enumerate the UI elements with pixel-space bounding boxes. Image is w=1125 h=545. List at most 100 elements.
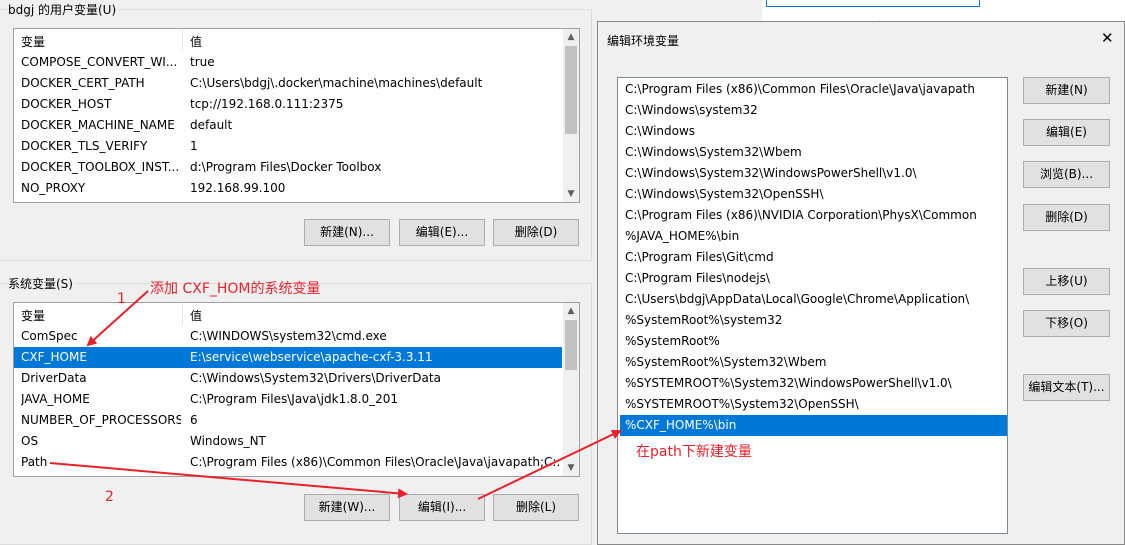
- path-browse-button[interactable]: 浏览(B)...: [1023, 161, 1110, 188]
- user-new-button[interactable]: 新建(N)...: [304, 219, 390, 246]
- var-value: default: [190, 118, 233, 132]
- user-delete-button[interactable]: 删除(D): [493, 219, 579, 246]
- path-entry[interactable]: C:\Windows\System32\Wbem: [620, 142, 1007, 163]
- path-entry[interactable]: %SystemRoot%\System32\Wbem: [620, 352, 1007, 373]
- var-value: d:\Program Files\Docker Toolbox: [190, 160, 382, 174]
- path-entry[interactable]: %SystemRoot%\system32: [620, 310, 1007, 331]
- path-edit-button[interactable]: 编辑(E): [1023, 119, 1110, 146]
- path-list[interactable]: C:\Program Files (x86)\Common Files\Orac…: [617, 77, 1008, 534]
- path-entry[interactable]: C:\Windows\System32\OpenSSH\: [620, 184, 1007, 205]
- table-row[interactable]: JAVA_HOME C:\Program Files\Java\jdk1.8.0_…: [14, 389, 562, 410]
- sys-edit-button[interactable]: 编辑(I)...: [399, 494, 485, 521]
- var-value: C:\WINDOWS\system32\cmd.exe: [190, 329, 387, 343]
- user-edit-button[interactable]: 编辑(E)...: [399, 219, 485, 246]
- path-entry[interactable]: C:\Program Files\Git\cmd: [620, 247, 1007, 268]
- path-new-button[interactable]: 新建(N): [1023, 77, 1110, 104]
- table-row[interactable]: NUMBER_OF_PROCESSORS 6: [14, 410, 562, 431]
- var-name: JAVA_HOME: [21, 392, 90, 406]
- sys-col-name[interactable]: 变量: [21, 307, 45, 324]
- table-row[interactable]: Path C:\Program Files (x86)\Common Files\…: [14, 452, 562, 473]
- table-row[interactable]: DOCKER_HOST tcp://192.168.0.111:2375: [14, 94, 562, 115]
- user-col-name[interactable]: 变量: [21, 33, 45, 50]
- var-name: DOCKER_HOST: [21, 97, 112, 111]
- var-value: C:\Program Files\Java\jdk1.8.0_201: [190, 392, 399, 406]
- sys-vars-title: 系统变量(S): [8, 275, 76, 292]
- table-row[interactable]: DOCKER_MACHINE_NAME default: [14, 115, 562, 136]
- move-down-button[interactable]: 下移(O): [1023, 310, 1110, 337]
- path-entry[interactable]: %SYSTEMROOT%\System32\OpenSSH\: [620, 394, 1007, 415]
- sys-vars-list[interactable]: 变量 值 ComSpec C:\WINDOWS\system32\cmd.exe C…: [13, 302, 580, 477]
- path-entry[interactable]: C:\Program Files\nodejs\: [620, 268, 1007, 289]
- scroll-down-icon[interactable]: ▼: [563, 186, 579, 202]
- path-entry[interactable]: %SYSTEMROOT%\System32\WindowsPowerShell\…: [620, 373, 1007, 394]
- user-vars-list[interactable]: 变量 值 COMPOSE_CONVERT_WI... true DOCKER_CER…: [13, 28, 580, 203]
- scroll-up-icon[interactable]: ▲: [563, 303, 579, 319]
- var-name: ComSpec: [21, 329, 78, 343]
- dialog-title: 编辑环境变量: [607, 34, 680, 48]
- var-name: DOCKER_TLS_VERIFY: [21, 139, 148, 153]
- var-value: Windows_NT: [190, 434, 266, 448]
- var-value: 6: [190, 413, 198, 427]
- var-value: C:\Program Files (x86)\Common Files\Orac…: [190, 455, 560, 469]
- annotation-1-number: 1: [117, 291, 126, 307]
- var-name: NO_PROXY: [21, 181, 86, 195]
- table-row[interactable]: DriverData C:\Windows\System32\Drivers\Dr…: [14, 368, 562, 389]
- annotation-3-text: 在path下新建变量: [636, 444, 752, 460]
- edit-text-button[interactable]: 编辑文本(T)...: [1023, 374, 1110, 401]
- var-name: DOCKER_CERT_PATH: [21, 76, 145, 90]
- path-entry[interactable]: %SystemRoot%: [620, 331, 1007, 352]
- background-input: [766, 0, 980, 7]
- user-vars-title: bdgj 的用户变量(U): [8, 1, 120, 18]
- table-row[interactable]: NO_PROXY 192.168.99.100: [14, 178, 562, 199]
- var-name: NUMBER_OF_PROCESSORS: [21, 413, 181, 427]
- background-window: 类型: [762, 0, 1125, 33]
- var-name: DOCKER_TOOLBOX_INST...: [21, 160, 180, 174]
- path-entry[interactable]: C:\Program Files (x86)\NVIDIA Corporatio…: [620, 205, 1007, 226]
- sys-col-value[interactable]: 值: [190, 307, 202, 324]
- var-value: E:\service\webservice\apache-cxf-3.3.11: [190, 350, 433, 364]
- path-entry[interactable]: C:\Windows\system32: [620, 100, 1007, 121]
- path-entry[interactable]: C:\Windows\System32\WindowsPowerShell\v1…: [620, 163, 1007, 184]
- scroll-thumb[interactable]: [565, 46, 577, 134]
- close-icon[interactable]: ✕: [1101, 29, 1114, 47]
- path-entry[interactable]: %CXF_HOME%\bin: [620, 415, 1007, 436]
- table-row[interactable]: CXF_HOME E:\service\webservice\apache-cxf…: [14, 347, 562, 368]
- var-value: true: [190, 55, 215, 69]
- path-delete-button[interactable]: 删除(D): [1023, 204, 1110, 231]
- var-name: DriverData: [21, 371, 87, 385]
- scroll-up-icon[interactable]: ▲: [563, 29, 579, 45]
- scroll-down-icon[interactable]: ▼: [563, 460, 579, 476]
- user-col-value[interactable]: 值: [190, 33, 202, 50]
- scroll-thumb[interactable]: [565, 320, 577, 370]
- table-row[interactable]: DOCKER_CERT_PATH C:\Users\bdgj\.docker\ma…: [14, 73, 562, 94]
- annotation-2-number: 2: [105, 489, 114, 505]
- move-up-button[interactable]: 上移(U): [1023, 268, 1110, 295]
- table-row[interactable]: DOCKER_TLS_VERIFY 1: [14, 136, 562, 157]
- var-value: C:\Windows\System32\Drivers\DriverData: [190, 371, 441, 385]
- edit-env-dialog: 编辑环境变量 ✕ C:\Program Files (x86)\Common F…: [597, 21, 1125, 545]
- table-row[interactable]: COMPOSE_CONVERT_WI... true: [14, 52, 562, 73]
- path-entry[interactable]: C:\Program Files (x86)\Common Files\Orac…: [620, 79, 1007, 100]
- var-value: C:\Users\bdgj\.docker\machine\machines\d…: [190, 76, 483, 90]
- sys-vars-scrollbar[interactable]: ▲ ▼: [563, 303, 579, 476]
- sys-delete-button[interactable]: 删除(L): [493, 494, 579, 521]
- user-vars-scrollbar[interactable]: ▲ ▼: [563, 29, 579, 202]
- path-entry[interactable]: %JAVA_HOME%\bin: [620, 226, 1007, 247]
- var-name: COMPOSE_CONVERT_WI...: [21, 55, 178, 69]
- var-value: 192.168.99.100: [190, 181, 286, 195]
- path-entry[interactable]: C:\Users\bdgj\AppData\Local\Google\Chrom…: [620, 289, 1007, 310]
- var-name: OS: [21, 434, 39, 448]
- var-name: CXF_HOME: [21, 350, 87, 364]
- table-row[interactable]: DOCKER_TOOLBOX_INST... d:\Program Files\D…: [14, 157, 562, 178]
- var-value: tcp://192.168.0.111:2375: [190, 97, 344, 111]
- sys-vars-header: 变量 值: [14, 303, 579, 325]
- var-value: 1: [190, 139, 198, 153]
- table-row[interactable]: OS Windows_NT: [14, 431, 562, 452]
- annotation-1-text: 添加 CXF_HOM的系统变量: [150, 281, 321, 297]
- path-entry[interactable]: C:\Windows: [620, 121, 1007, 142]
- table-row[interactable]: ComSpec C:\WINDOWS\system32\cmd.exe: [14, 326, 562, 347]
- user-vars-header: 变量 值: [14, 29, 579, 51]
- var-name: DOCKER_MACHINE_NAME: [21, 118, 175, 132]
- var-name: Path: [21, 455, 48, 469]
- sys-new-button[interactable]: 新建(W)...: [304, 494, 390, 521]
